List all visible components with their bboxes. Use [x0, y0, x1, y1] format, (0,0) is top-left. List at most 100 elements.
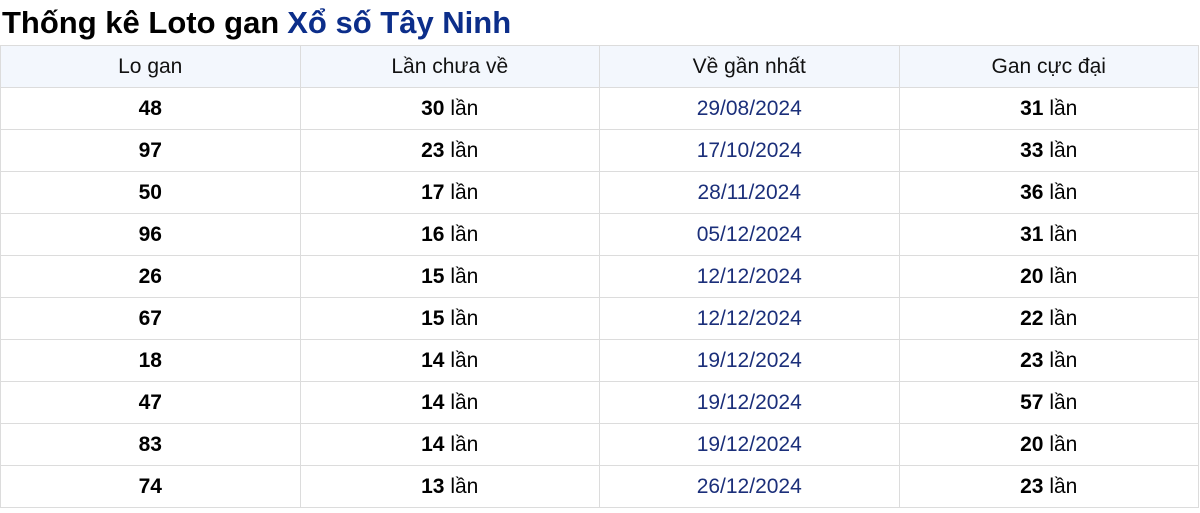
table-row: 96 16 lần 05/12/2024 31 lần: [0, 213, 1199, 256]
last-date: 19/12/2024: [696, 390, 802, 414]
cell-ve-gan-nhat: 12/12/2024: [599, 297, 900, 340]
lo-number: 18: [138, 348, 162, 372]
cell-lo-gan: 50: [0, 171, 301, 214]
cell-lan-chua-ve: 13 lần: [299, 465, 600, 508]
cell-gan-cuc-dai: 22 lần: [898, 297, 1199, 340]
unit-label: lần: [450, 474, 479, 498]
header-ve-gan-nhat: Về gần nhất: [599, 45, 900, 88]
unit-label: lần: [1049, 138, 1078, 162]
table-row: 97 23 lần 17/10/2024 33 lần: [0, 129, 1199, 172]
unit-label: lần: [1049, 474, 1078, 498]
cell-lan-chua-ve: 23 lần: [299, 129, 600, 172]
table-row: 67 15 lần 12/12/2024 22 lần: [0, 297, 1199, 340]
cell-lan-chua-ve: 14 lần: [299, 339, 600, 382]
cell-ve-gan-nhat: 19/12/2024: [599, 381, 900, 424]
unit-label: lần: [1049, 432, 1078, 456]
header-lan-chua-ve: Lần chưa về: [299, 45, 600, 88]
cell-gan-cuc-dai: 57 lần: [898, 381, 1199, 424]
chua-ve-count: 13: [421, 474, 445, 498]
loto-gan-table: Lo gan Lần chưa về Về gần nhất Gan cực đ…: [0, 45, 1199, 508]
cell-lo-gan: 48: [0, 87, 301, 130]
cell-lan-chua-ve: 14 lần: [299, 423, 600, 466]
header-lo-gan: Lo gan: [0, 45, 301, 88]
table-row: 50 17 lần 28/11/2024 36 lần: [0, 171, 1199, 214]
unit-label: lần: [450, 180, 479, 204]
last-date: 05/12/2024: [696, 222, 802, 246]
table-row: 83 14 lần 19/12/2024 20 lần: [0, 423, 1199, 466]
unit-label: lần: [450, 138, 479, 162]
chua-ve-count: 14: [421, 390, 445, 414]
lo-number: 74: [138, 474, 162, 498]
cell-lan-chua-ve: 14 lần: [299, 381, 600, 424]
gan-cuc-dai-count: 20: [1020, 432, 1044, 456]
cell-ve-gan-nhat: 29/08/2024: [599, 87, 900, 130]
page-title-prefix: Thống kê Loto gan: [2, 5, 280, 40]
unit-label: lần: [1049, 306, 1078, 330]
lo-number: 26: [138, 264, 162, 288]
lo-number: 48: [138, 96, 162, 120]
table-row: 18 14 lần 19/12/2024 23 lần: [0, 339, 1199, 382]
cell-lo-gan: 97: [0, 129, 301, 172]
cell-gan-cuc-dai: 23 lần: [898, 339, 1199, 382]
cell-ve-gan-nhat: 19/12/2024: [599, 339, 900, 382]
last-date: 26/12/2024: [696, 474, 802, 498]
gan-cuc-dai-count: 36: [1020, 180, 1044, 204]
unit-label: lần: [1049, 180, 1078, 204]
lo-number: 67: [138, 306, 162, 330]
chua-ve-count: 17: [421, 180, 445, 204]
unit-label: lần: [450, 222, 479, 246]
cell-lo-gan: 74: [0, 465, 301, 508]
province-link[interactable]: Xổ số Tây Ninh: [287, 0, 511, 45]
last-date: 17/10/2024: [696, 138, 802, 162]
cell-lo-gan: 83: [0, 423, 301, 466]
lo-number: 96: [138, 222, 162, 246]
unit-label: lần: [1049, 222, 1078, 246]
cell-ve-gan-nhat: 17/10/2024: [599, 129, 900, 172]
cell-gan-cuc-dai: 31 lần: [898, 213, 1199, 256]
unit-label: lần: [1049, 348, 1078, 372]
chua-ve-count: 23: [421, 138, 445, 162]
cell-gan-cuc-dai: 20 lần: [898, 255, 1199, 298]
last-date: 12/12/2024: [696, 264, 802, 288]
gan-cuc-dai-count: 57: [1020, 390, 1044, 414]
lo-number: 47: [138, 390, 162, 414]
lo-number: 50: [138, 180, 162, 204]
cell-ve-gan-nhat: 28/11/2024: [599, 171, 900, 214]
unit-label: lần: [450, 390, 479, 414]
chua-ve-count: 30: [421, 96, 445, 120]
header-gan-cuc-dai: Gan cực đại: [898, 45, 1199, 88]
gan-cuc-dai-count: 23: [1020, 474, 1044, 498]
cell-ve-gan-nhat: 12/12/2024: [599, 255, 900, 298]
cell-lo-gan: 26: [0, 255, 301, 298]
unit-label: lần: [1049, 264, 1078, 288]
unit-label: lần: [450, 348, 479, 372]
last-date: 12/12/2024: [696, 306, 802, 330]
table-row: 47 14 lần 19/12/2024 57 lần: [0, 381, 1199, 424]
lo-number: 97: [138, 138, 162, 162]
unit-label: lần: [1049, 390, 1078, 414]
last-date: 19/12/2024: [696, 432, 802, 456]
cell-gan-cuc-dai: 20 lần: [898, 423, 1199, 466]
table-header-row: Lo gan Lần chưa về Về gần nhất Gan cực đ…: [0, 45, 1199, 88]
gan-cuc-dai-count: 31: [1020, 222, 1044, 246]
last-date: 28/11/2024: [697, 180, 802, 204]
cell-lo-gan: 18: [0, 339, 301, 382]
cell-ve-gan-nhat: 05/12/2024: [599, 213, 900, 256]
gan-cuc-dai-count: 20: [1020, 264, 1044, 288]
gan-cuc-dai-count: 22: [1020, 306, 1044, 330]
last-date: 29/08/2024: [696, 96, 802, 120]
cell-lan-chua-ve: 15 lần: [299, 297, 600, 340]
unit-label: lần: [1049, 96, 1078, 120]
cell-lan-chua-ve: 17 lần: [299, 171, 600, 214]
chua-ve-count: 15: [421, 306, 445, 330]
unit-label: lần: [450, 264, 479, 288]
lo-number: 83: [138, 432, 162, 456]
cell-gan-cuc-dai: 31 lần: [898, 87, 1199, 130]
chua-ve-count: 16: [421, 222, 445, 246]
unit-label: lần: [450, 96, 479, 120]
cell-lan-chua-ve: 30 lần: [299, 87, 600, 130]
unit-label: lần: [450, 306, 479, 330]
page-title: Thống kê Loto gan Xổ số Tây Ninh: [0, 0, 1200, 45]
chua-ve-count: 14: [421, 348, 445, 372]
gan-cuc-dai-count: 23: [1020, 348, 1044, 372]
